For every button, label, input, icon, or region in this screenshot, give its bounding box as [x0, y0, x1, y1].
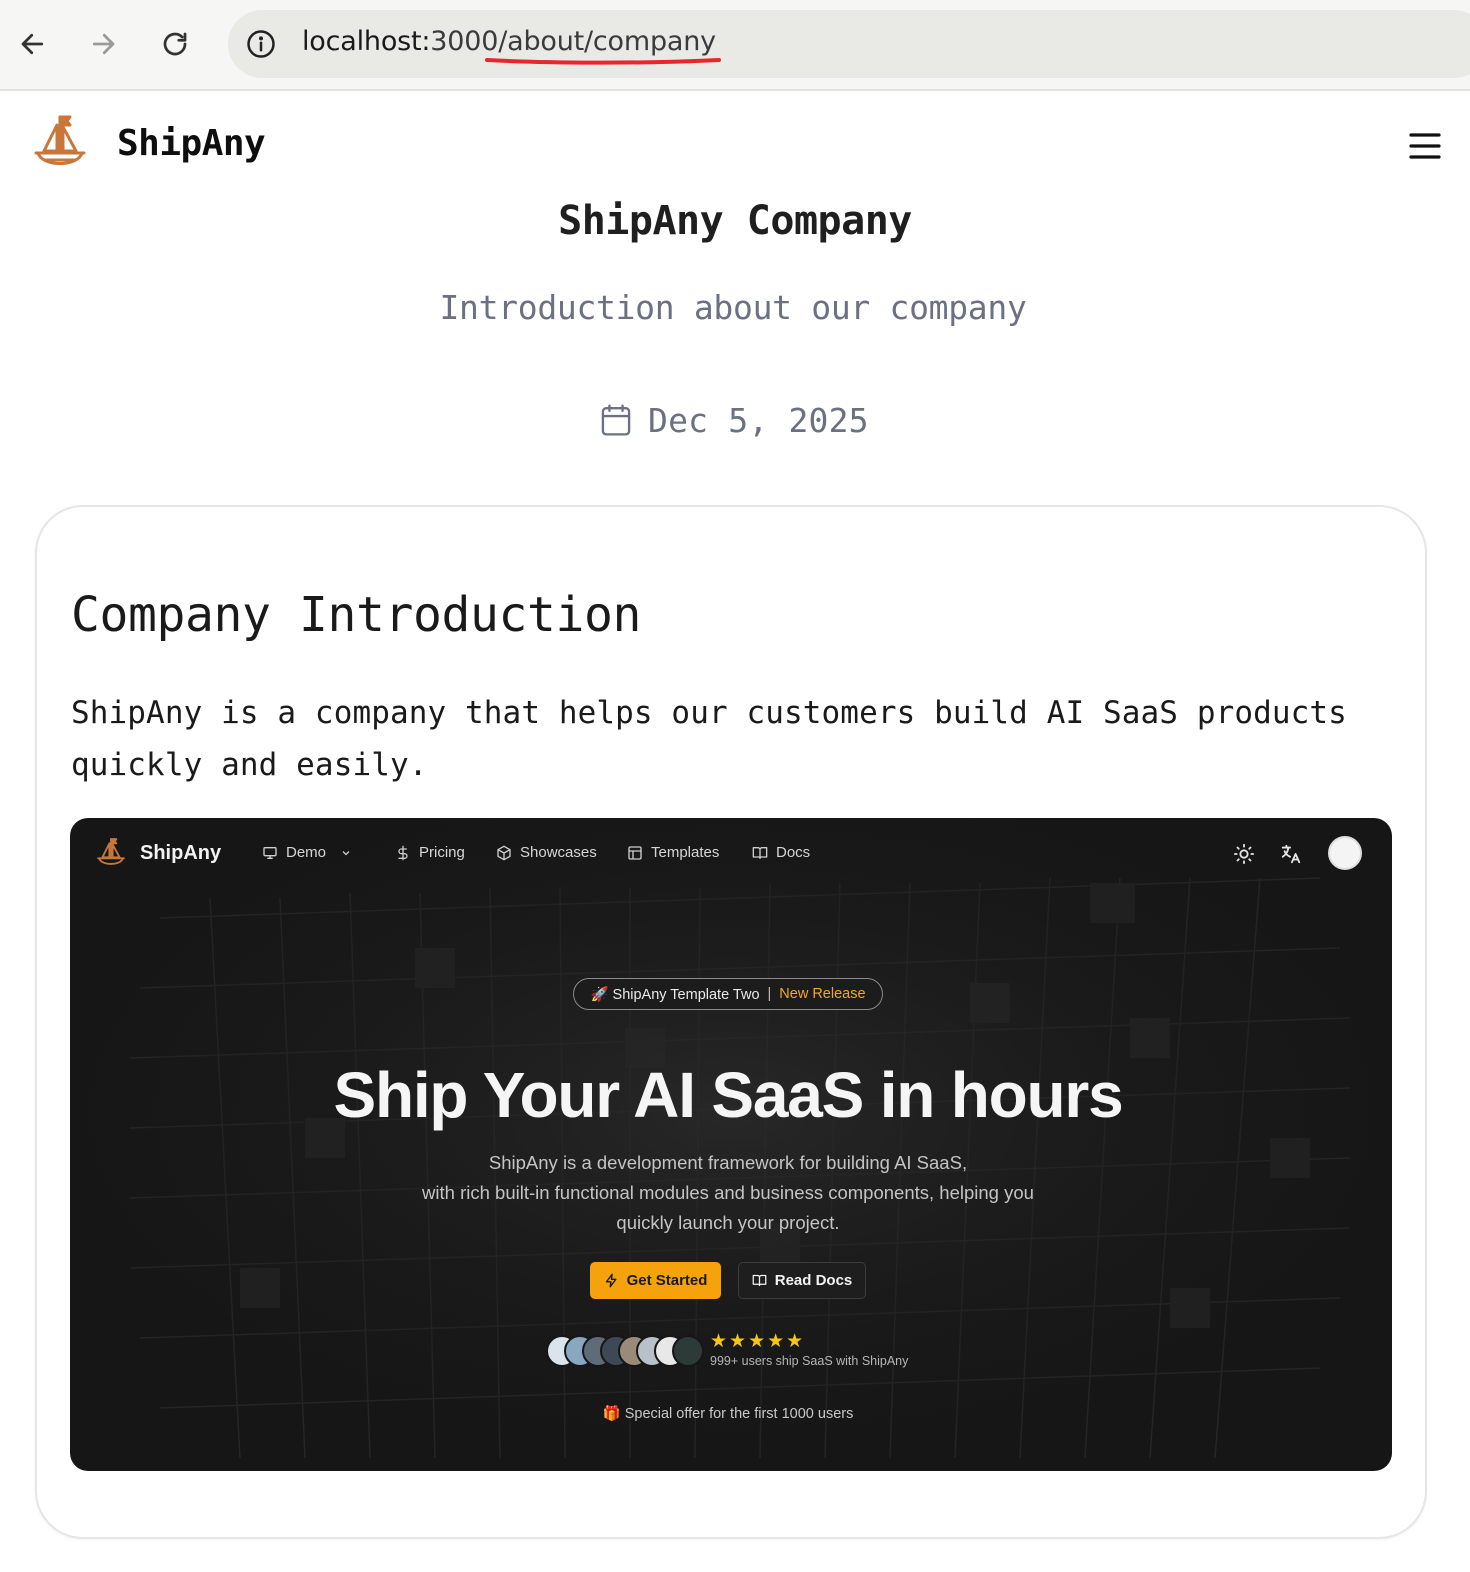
url-text[interactable]: localhost:3000/about/company	[302, 26, 716, 57]
nav-label: Docs	[776, 844, 811, 861]
nav-label: Showcases	[520, 844, 597, 861]
hero-description: ShipAny is a development framework for b…	[70, 1148, 1386, 1238]
nav-label: Demo	[286, 844, 327, 861]
hero-desc-line: ShipAny is a development framework for b…	[488, 1152, 968, 1173]
hero-title: Ship Your AI SaaS in hours	[333, 1059, 1123, 1131]
page-subtitle: Introduction about our company	[439, 288, 1027, 327]
calendar-icon	[601, 404, 631, 436]
sun-icon	[1233, 843, 1255, 865]
url-path: 3000/about/company	[430, 26, 716, 57]
hero-desc-line: quickly launch your project.	[616, 1212, 840, 1233]
chevron-down-icon	[342, 850, 350, 855]
publish-date: Dec 5, 2025	[600, 398, 869, 442]
date-text: Dec 5, 2025	[648, 400, 869, 440]
lightning-icon	[605, 1273, 617, 1288]
nav-label: Templates	[651, 844, 720, 861]
screenshot-nav-showcases: Showcases	[496, 844, 597, 861]
layout-icon	[628, 845, 642, 860]
section-heading: Company Introduction	[71, 587, 641, 643]
badge-separator: |	[767, 986, 772, 1002]
red-underline-annotation	[485, 58, 721, 65]
special-offer-text: 🎁 Special offer for the first 1000 users	[602, 1406, 854, 1422]
rating-stars: ★★★★★	[710, 1331, 806, 1352]
monitor-icon	[263, 846, 277, 859]
user-avatar	[1328, 836, 1362, 870]
back-button[interactable]	[13, 24, 53, 64]
book-icon	[752, 1274, 767, 1287]
nav-label: Pricing	[419, 844, 465, 861]
sailboat-logo-icon	[97, 838, 125, 865]
url-host: localhost:	[302, 26, 431, 57]
screenshot-brand: ShipAny	[140, 842, 222, 864]
screenshot-nav-pricing: Pricing	[395, 844, 465, 861]
users-count-text: 999+ users ship SaaS with ShipAny	[710, 1354, 909, 1368]
address-bar[interactable]: localhost:3000/about/company	[228, 10, 1470, 78]
brand-name[interactable]: ShipAny	[117, 123, 266, 164]
translate-icon	[1281, 844, 1301, 864]
arrow-left-icon	[21, 33, 44, 55]
site-header: ShipAny	[0, 93, 1470, 197]
release-badge: 🚀 ShipAny Template Two | New Release	[573, 978, 883, 1010]
button-label: Read Docs	[774, 1272, 853, 1289]
section-body: ShipAny is a company that helps our cust…	[71, 695, 1347, 783]
cube-icon	[497, 845, 511, 860]
hero-desc-line: with rich built-in functional modules an…	[422, 1182, 1034, 1203]
get-started-button: Get Started	[590, 1262, 721, 1299]
reload-button[interactable]	[155, 24, 195, 64]
forward-button[interactable]	[83, 24, 123, 64]
button-label: Get Started	[626, 1272, 708, 1289]
site-info-icon[interactable]	[246, 29, 276, 59]
grid-background	[70, 818, 1392, 1471]
badge-release: New Release	[779, 986, 866, 1002]
screenshot-navbar: ShipAny Demo Pricing Showcases Templates…	[70, 818, 1392, 890]
book-icon	[752, 846, 768, 859]
arrow-right-icon	[92, 33, 115, 55]
browser-toolbar: localhost:3000/about/company	[0, 0, 1470, 91]
screenshot-nav-templates: Templates	[627, 844, 719, 861]
page-title: ShipAny Company	[558, 198, 912, 244]
avatar	[672, 1335, 704, 1367]
screenshot-nav-demo: Demo	[262, 844, 352, 861]
badge-label: 🚀 ShipAny Template Two	[590, 986, 760, 1003]
screenshot-nav-docs: Docs	[752, 844, 810, 861]
user-avatars	[546, 1335, 706, 1369]
sailboat-logo-icon[interactable]	[32, 113, 88, 173]
product-screenshot: ShipAny Demo Pricing Showcases Templates…	[70, 818, 1392, 1471]
hamburger-menu-icon[interactable]	[1408, 131, 1442, 161]
reload-icon	[163, 32, 187, 56]
dollar-icon	[398, 845, 408, 860]
read-docs-button: Read Docs	[738, 1262, 866, 1299]
